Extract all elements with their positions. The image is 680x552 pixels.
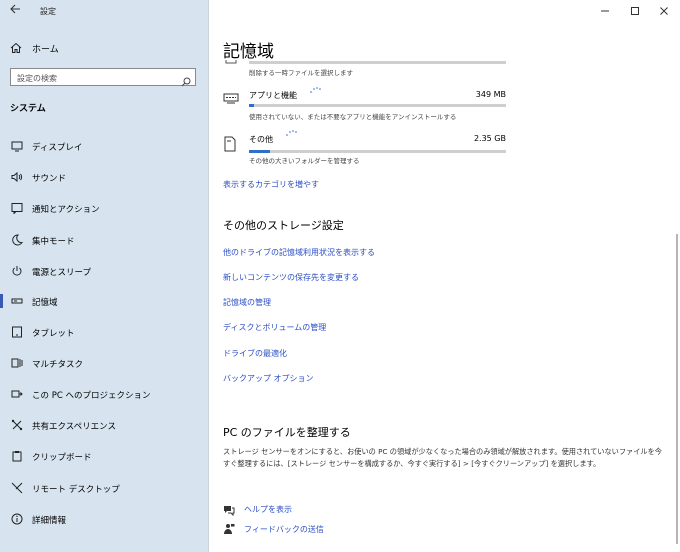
storage-item-size: 2.35 GB bbox=[473, 134, 506, 143]
sidebar-item-label: ディスプレイ bbox=[32, 143, 83, 153]
sidebar-item-storage[interactable]: 記憶域 bbox=[0, 289, 207, 313]
share-experience-icon bbox=[11, 419, 23, 431]
projection-icon bbox=[11, 390, 23, 398]
sidebar: 設定 ホーム 設定の検索 システム ディスプレイ サウンド 通知とアクション 集… bbox=[0, 0, 209, 552]
sidebar-item-label: タブレット bbox=[32, 329, 75, 339]
multitask-icon bbox=[11, 358, 23, 368]
remote-desktop-icon bbox=[11, 482, 23, 494]
title-bar: 設定 bbox=[0, 0, 208, 24]
sidebar-item-clipboard[interactable]: クリップボード bbox=[0, 444, 207, 468]
clipboard-icon bbox=[12, 451, 22, 462]
power-icon bbox=[12, 266, 22, 276]
temp-files-icon bbox=[225, 60, 237, 64]
section-title: システム bbox=[10, 104, 46, 114]
sidebar-item-label: 電源とスリープ bbox=[32, 268, 91, 278]
link-optimize-drives[interactable]: ドライブの最適化 bbox=[223, 348, 287, 359]
minimize-icon bbox=[601, 10, 609, 12]
window-title: 設定 bbox=[40, 7, 56, 16]
sidebar-item-label: 通知とアクション bbox=[32, 205, 100, 215]
search-icon[interactable] bbox=[181, 72, 191, 91]
link-backup-options[interactable]: バックアップ オプション bbox=[223, 373, 314, 384]
sidebar-item-multitask[interactable]: マルチタスク bbox=[0, 351, 207, 375]
apps-features-icon bbox=[223, 93, 239, 104]
back-arrow-icon[interactable] bbox=[9, 3, 25, 19]
show-more-categories-link[interactable]: 表示するカテゴリを増やす bbox=[223, 179, 319, 190]
storage-icon bbox=[11, 298, 23, 304]
search-input[interactable]: 設定の検索 bbox=[10, 68, 196, 87]
minimize-button[interactable] bbox=[590, 4, 620, 18]
help-chat-icon bbox=[224, 506, 235, 516]
storage-item-label: その他 bbox=[249, 135, 273, 144]
sound-icon bbox=[11, 171, 23, 183]
other-files-icon bbox=[224, 136, 236, 152]
apps-usage-bar bbox=[249, 104, 506, 107]
link-disk-volume-management[interactable]: ディスクとボリュームの管理 bbox=[223, 322, 326, 333]
sidebar-item-notifications[interactable]: 通知とアクション bbox=[0, 196, 207, 220]
sidebar-item-label: リモート デスクトップ bbox=[32, 485, 120, 495]
page-title: 記憶域 bbox=[223, 42, 274, 62]
storage-item-size: 349 MB bbox=[475, 90, 506, 99]
info-icon bbox=[11, 513, 23, 525]
sidebar-item-projection[interactable]: この PC へのプロジェクション bbox=[0, 382, 207, 406]
loading-spinner-icon bbox=[286, 130, 297, 136]
cleanup-description: ストレージ センサーをオンにすると、お使いの PC の領域が少なくなった場合のみ… bbox=[223, 447, 662, 468]
feedback-link[interactable]: フィードバックの送信 bbox=[244, 524, 324, 535]
storage-item-description: 使用されていない、または不要なアプリと機能をアンインストールする bbox=[249, 113, 457, 121]
sidebar-item-label: 集中モード bbox=[32, 237, 75, 247]
home-link[interactable]: ホーム bbox=[10, 40, 59, 56]
sidebar-item-display[interactable]: ディスプレイ bbox=[0, 134, 207, 158]
other-usage-bar bbox=[249, 150, 506, 153]
sidebar-item-label: 詳細情報 bbox=[32, 516, 67, 526]
link-other-drives-usage[interactable]: 他のドライブの記憶域利用状況を表示する bbox=[223, 247, 375, 258]
close-button[interactable] bbox=[649, 4, 679, 18]
temp-files-usage-bar bbox=[249, 61, 506, 64]
storage-item-description: その他の大きいフォルダーを管理する bbox=[249, 157, 360, 165]
temp-files-description: 削除する一時ファイルを選択します bbox=[249, 69, 353, 77]
main-content: 記憶域 削除する一時ファイルを選択します アプリと機能 349 MB 使用されて… bbox=[209, 0, 680, 552]
moon-icon bbox=[12, 234, 23, 246]
usage-bar-fill bbox=[249, 150, 270, 153]
sidebar-item-label: 共有エクスペリエンス bbox=[32, 422, 116, 432]
sidebar-item-shared-experiences[interactable]: 共有エクスペリエンス bbox=[0, 413, 207, 437]
sidebar-item-sound[interactable]: サウンド bbox=[0, 165, 207, 189]
maximize-button[interactable] bbox=[620, 4, 650, 18]
search-placeholder: 設定の検索 bbox=[17, 74, 57, 83]
storage-item-label: アプリと機能 bbox=[249, 91, 297, 100]
sidebar-item-label: サウンド bbox=[32, 174, 67, 184]
feedback-icon bbox=[224, 524, 235, 534]
home-icon bbox=[10, 42, 22, 53]
usage-bar-fill bbox=[249, 104, 255, 107]
sidebar-item-remote-desktop[interactable]: リモート デスクトップ bbox=[0, 476, 207, 500]
loading-spinner-icon bbox=[310, 87, 321, 93]
home-label: ホーム bbox=[32, 44, 59, 55]
sidebar-item-focus[interactable]: 集中モード bbox=[0, 228, 207, 252]
sidebar-item-label: 記憶域 bbox=[32, 298, 58, 308]
sidebar-item-about[interactable]: 詳細情報 bbox=[0, 507, 207, 531]
sidebar-item-label: マルチタスク bbox=[32, 360, 84, 370]
sidebar-item-label: クリップボード bbox=[32, 453, 92, 463]
maximize-icon bbox=[631, 7, 639, 15]
cleanup-heading: PC のファイルを整理する bbox=[223, 426, 351, 439]
display-icon bbox=[11, 141, 23, 152]
scrollbar[interactable] bbox=[676, 234, 678, 544]
link-manage-storage-spaces[interactable]: 記憶域の管理 bbox=[223, 297, 271, 308]
tablet-icon bbox=[12, 326, 22, 338]
other-storage-settings-heading: その他のストレージ設定 bbox=[223, 219, 344, 232]
sidebar-item-label: この PC へのプロジェクション bbox=[32, 391, 151, 401]
notification-icon bbox=[11, 203, 23, 214]
sidebar-item-tablet[interactable]: タブレット bbox=[0, 320, 207, 344]
close-icon bbox=[660, 7, 668, 15]
link-change-save-location[interactable]: 新しいコンテンツの保存先を変更する bbox=[223, 272, 359, 283]
sidebar-item-power[interactable]: 電源とスリープ bbox=[0, 259, 207, 283]
help-link[interactable]: ヘルプを表示 bbox=[244, 504, 292, 515]
